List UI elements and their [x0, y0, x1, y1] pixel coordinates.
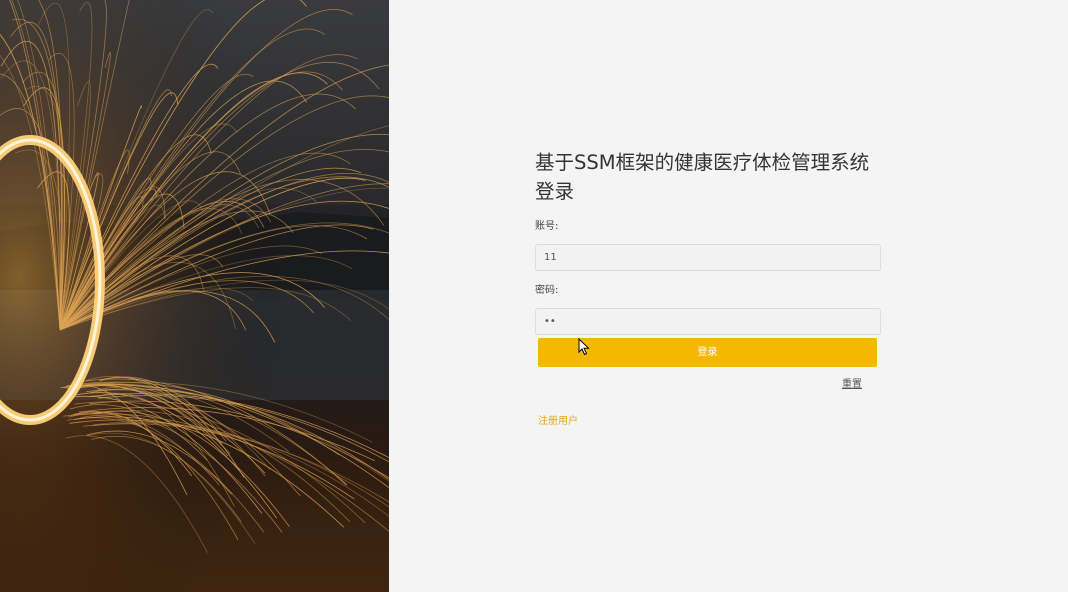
password-label: 密码:: [535, 285, 559, 296]
page-title: 基于SSM框架的健康医疗体检管理系统登录: [535, 151, 870, 203]
reset-link[interactable]: 重置: [842, 375, 862, 390]
steel-wool-sparks-photo: [0, 0, 389, 592]
login-form: 基于SSM框架的健康医疗体检管理系统登录 账号: 11 密码: •• 登录 重置…: [535, 148, 881, 427]
account-label: 账号:: [535, 221, 559, 232]
password-input[interactable]: ••: [535, 308, 881, 335]
sparks-illustration: [0, 0, 389, 592]
account-input[interactable]: 11: [535, 244, 881, 271]
mouse-pointer-icon: [578, 338, 590, 356]
register-link[interactable]: 注册用户: [538, 412, 578, 427]
login-page: 基于SSM框架的健康医疗体检管理系统登录 账号: 11 密码: •• 登录 重置…: [0, 0, 1068, 592]
login-panel: 基于SSM框架的健康医疗体检管理系统登录 账号: 11 密码: •• 登录 重置…: [389, 0, 1068, 592]
